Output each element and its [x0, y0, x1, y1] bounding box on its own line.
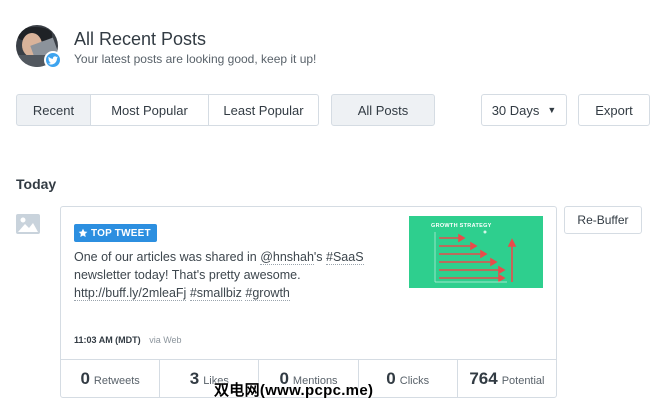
stat-value: 764 [469, 369, 498, 388]
date-range-dropdown[interactable]: 30 Days ▼ [481, 94, 567, 126]
twitter-icon [44, 51, 62, 69]
hashtag-link[interactable]: #growth [245, 286, 290, 301]
tab-least-popular[interactable]: Least Popular [208, 94, 319, 126]
post-source: via Web [149, 335, 182, 345]
post-text-part: 's [313, 250, 327, 264]
top-tweet-badge: TOP TWEET [74, 224, 157, 242]
stat-value: 3 [189, 369, 200, 388]
url-link[interactable]: http://buff.ly/2mleaFj [74, 286, 187, 301]
badge-label: TOP TWEET [91, 227, 151, 239]
export-button[interactable]: Export [578, 94, 650, 126]
stat-label: Potential [501, 375, 545, 387]
stat-value: 0 [386, 369, 396, 388]
stat-potential: 764 Potential [458, 360, 556, 398]
post-time: 11:03 AM (MDT) [74, 335, 141, 345]
post-text: One of our articles was shared in @hnsha… [74, 248, 399, 302]
stat-clicks: 0 Clicks [359, 360, 458, 398]
stat-value: 0 [80, 369, 90, 388]
hashtag-link[interactable]: #SaaS [326, 250, 364, 265]
image-icon [16, 214, 40, 234]
section-heading-today: Today [16, 176, 57, 192]
post-type-filter[interactable]: All Posts [331, 94, 435, 126]
date-range-label: 30 Days [491, 102, 540, 118]
post-text-part: One of our articles was shared in [74, 250, 261, 264]
post-card: TOP TWEET One of our articles was shared… [60, 206, 557, 398]
post-thumbnail[interactable]: GROWTH STRATEGY [409, 216, 543, 288]
post-meta: 11:03 AM (MDT) via Web [74, 335, 182, 345]
tab-recent[interactable]: Recent [16, 94, 91, 126]
hashtag-link[interactable]: #smallbiz [189, 286, 242, 301]
stat-label: Clicks [399, 375, 430, 387]
page-title: All Recent Posts [74, 29, 207, 49]
tab-most-popular[interactable]: Most Popular [90, 94, 209, 126]
mention-link[interactable]: @hnshah [260, 250, 314, 265]
profile-avatar[interactable] [16, 25, 64, 69]
page-subtitle: Your latest posts are looking good, keep… [74, 52, 317, 66]
stat-retweets: 0 Retweets [61, 360, 161, 398]
caret-down-icon: ▼ [547, 105, 557, 115]
stat-label: Retweets [93, 375, 140, 387]
star-icon [78, 228, 88, 237]
growth-arrows-graphic [434, 230, 517, 283]
watermark: 双电网(www.pcpc.me) [214, 382, 374, 399]
rebuffer-button[interactable]: Re-Buffer [564, 206, 642, 234]
post-text-part: newsletter today! That's pretty awesome. [74, 268, 301, 282]
